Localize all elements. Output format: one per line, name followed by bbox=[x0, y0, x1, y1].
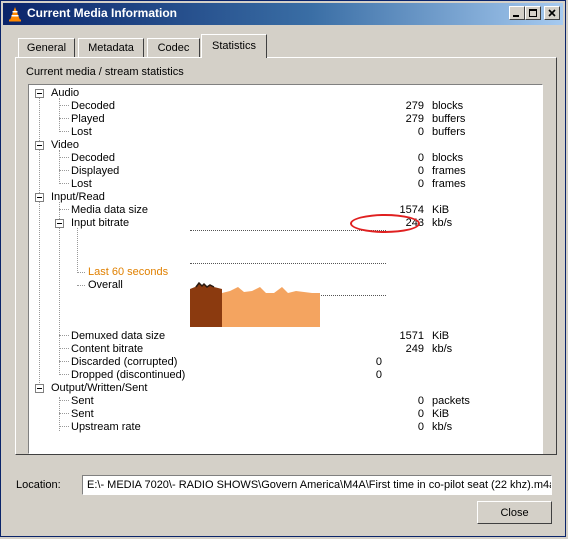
stat-unit: blocks bbox=[432, 100, 464, 112]
stat-unit: kb/s bbox=[432, 217, 453, 229]
stat-value: 249 bbox=[405, 343, 424, 355]
stat-value: 0 bbox=[375, 356, 382, 368]
graph-gridline bbox=[190, 230, 386, 231]
stat-row-dropped: Dropped (discontinued) 0 bbox=[71, 369, 382, 382]
stat-unit: packets bbox=[432, 395, 470, 407]
tab-label: Metadata bbox=[88, 42, 134, 54]
stat-label: Upstream rate bbox=[71, 421, 141, 433]
stat-label: Sent bbox=[71, 408, 94, 420]
stat-value: 0 bbox=[417, 408, 424, 420]
stat-value: 0 bbox=[417, 126, 424, 138]
stat-label: Input bitrate bbox=[71, 217, 130, 229]
graph-overall-label: Overall bbox=[88, 279, 123, 291]
stat-unit: buffers bbox=[432, 113, 466, 125]
stat-unit: kb/s bbox=[432, 343, 453, 355]
vlc-cone-icon bbox=[9, 7, 21, 22]
stat-value: 1571 bbox=[399, 330, 424, 342]
tree-node-output[interactable]: Output/Written/Sent bbox=[51, 382, 147, 395]
tab-metadata[interactable]: Metadata bbox=[78, 38, 144, 57]
stat-value: 279 bbox=[405, 100, 424, 112]
stat-row-audio-decoded: Decoded 279 blocks bbox=[71, 100, 463, 113]
stat-label: Displayed bbox=[71, 165, 120, 177]
tab-statistics[interactable]: Statistics bbox=[201, 34, 267, 58]
stat-unit: kb/s bbox=[432, 421, 453, 433]
stat-unit: buffers bbox=[432, 126, 466, 138]
stat-value: 0 bbox=[417, 421, 424, 433]
stat-unit: KiB bbox=[432, 330, 450, 342]
tab-label: Codec bbox=[157, 42, 190, 54]
stat-row-sent-size: Sent 0 KiB bbox=[71, 408, 449, 421]
stat-label: Played bbox=[71, 113, 105, 125]
tab-general[interactable]: General bbox=[18, 38, 75, 57]
stat-row-video-displayed: Displayed 0 frames bbox=[71, 165, 466, 178]
location-field[interactable]: E:\- MEDIA 7020\- RADIO SHOWS\Govern Ame… bbox=[82, 475, 552, 495]
title-bar[interactable]: Current Media Information bbox=[3, 3, 563, 25]
stat-label: Decoded bbox=[71, 152, 116, 164]
tab-label: General bbox=[26, 42, 67, 54]
stat-unit: frames bbox=[432, 165, 466, 177]
stat-unit: frames bbox=[432, 178, 466, 190]
media-info-window: Current Media Information General Metada… bbox=[0, 0, 566, 537]
stat-row-video-lost: Lost 0 frames bbox=[71, 178, 466, 191]
section-label: Current media / stream statistics bbox=[26, 66, 184, 78]
expander-input-bitrate[interactable] bbox=[55, 219, 64, 228]
stat-row-audio-lost: Lost 0 buffers bbox=[71, 126, 465, 139]
close-icon bbox=[548, 9, 556, 17]
tree-node-input-read[interactable]: Input/Read bbox=[51, 191, 105, 204]
stat-value: 0 bbox=[417, 165, 424, 177]
stat-unit: KiB bbox=[432, 408, 450, 420]
stat-label: Dropped (discontinued) bbox=[71, 369, 186, 381]
statistics-tree[interactable]: Audio Decoded 279 blocks Played 279 buff… bbox=[28, 84, 543, 454]
stat-label: Sent bbox=[71, 395, 94, 407]
window-title: Current Media Information bbox=[27, 6, 178, 20]
minimize-button[interactable] bbox=[509, 6, 525, 20]
tab-codec[interactable]: Codec bbox=[147, 38, 200, 57]
stat-value: 0 bbox=[417, 152, 424, 164]
stat-label: Lost bbox=[71, 178, 92, 190]
close-button[interactable]: Close bbox=[477, 501, 552, 524]
stat-row-video-decoded: Decoded 0 blocks bbox=[71, 152, 463, 165]
tab-label: Statistics bbox=[211, 40, 256, 52]
stat-row-content-bitrate: Content bitrate 249 kb/s bbox=[71, 343, 452, 356]
expander-input[interactable] bbox=[35, 193, 44, 202]
stat-row-upstream-rate: Upstream rate 0 kb/s bbox=[71, 421, 452, 434]
tree-node-video[interactable]: Video bbox=[51, 139, 79, 152]
expander-video[interactable] bbox=[35, 141, 44, 150]
graph-recent-area bbox=[190, 283, 222, 327]
stat-row-sent-packets: Sent 0 packets bbox=[71, 395, 470, 408]
graph-gridline bbox=[190, 263, 386, 264]
stat-unit: KiB bbox=[432, 204, 450, 216]
stat-label: Decoded bbox=[71, 100, 116, 112]
expander-output[interactable] bbox=[35, 384, 44, 393]
stat-value: 279 bbox=[405, 113, 424, 125]
tree-node-audio[interactable]: Audio bbox=[51, 87, 79, 100]
bitrate-highlight-annotation bbox=[350, 214, 420, 233]
stat-value: 0 bbox=[417, 178, 424, 190]
bitrate-graph bbox=[190, 281, 320, 327]
close-window-button[interactable] bbox=[544, 6, 560, 20]
stat-row-audio-played: Played 279 buffers bbox=[71, 113, 465, 126]
stat-label: Discarded (corrupted) bbox=[71, 356, 178, 368]
expander-audio[interactable] bbox=[35, 89, 44, 98]
graph-period-label: Last 60 seconds bbox=[88, 266, 169, 278]
stat-value: 0 bbox=[375, 369, 382, 381]
stat-label: Content bitrate bbox=[71, 343, 144, 355]
stat-row-discarded: Discarded (corrupted) 0 bbox=[71, 356, 382, 369]
location-label: Location: bbox=[16, 479, 61, 491]
stat-label: Lost bbox=[71, 126, 92, 138]
stat-label: Media data size bbox=[71, 204, 149, 216]
stat-value: 0 bbox=[417, 395, 424, 407]
stat-row-demuxed-data-size: Demuxed data size 1571 KiB bbox=[71, 330, 449, 343]
stat-unit: blocks bbox=[432, 152, 464, 164]
maximize-button[interactable] bbox=[525, 6, 541, 20]
stat-label: Demuxed data size bbox=[71, 330, 166, 342]
